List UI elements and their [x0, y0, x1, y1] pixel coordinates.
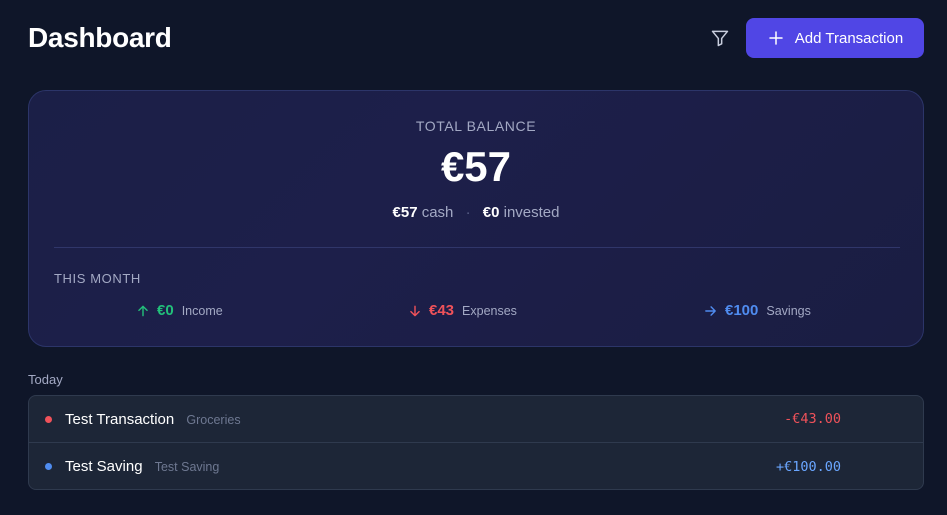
cash-value: €57	[392, 204, 418, 221]
income-stat: €0 Income	[136, 302, 223, 319]
transaction-amount: +€100.00	[775, 458, 841, 475]
expenses-label: Expenses	[462, 303, 517, 318]
invested-value: €0	[482, 204, 500, 221]
total-balance-amount: €57	[440, 143, 512, 190]
this-month-label: THIS MONTH	[54, 271, 141, 286]
page-title: Dashboard	[28, 22, 172, 53]
savings-label: Savings	[766, 303, 811, 318]
transaction-name: Test Transaction	[65, 410, 175, 428]
arrow-right-icon	[703, 304, 718, 318]
separator-dot: ·	[465, 204, 471, 221]
transaction-row[interactable]: Test Saving Test Saving +€100.00	[29, 443, 923, 489]
income-value: €0	[157, 302, 174, 319]
add-transaction-label: Add Transaction	[794, 29, 904, 47]
invested-label: invested	[503, 204, 560, 221]
transaction-category: Test Saving	[154, 460, 220, 474]
card-divider	[54, 247, 900, 248]
expenses-stat: €43 Expenses	[408, 302, 517, 319]
arrow-up-icon	[136, 304, 150, 318]
date-section-label: Today	[28, 372, 63, 387]
cash-label: cash	[421, 204, 454, 221]
savings-stat: €100 Savings	[703, 302, 811, 319]
balance-card: TOTAL BALANCE €57 €57 cash · €0 invested…	[28, 90, 924, 347]
filter-icon	[711, 30, 729, 47]
add-transaction-button[interactable]: Add Transaction	[746, 18, 924, 58]
transaction-row[interactable]: Test Transaction Groceries -€43.00	[29, 396, 923, 443]
transaction-name: Test Saving	[65, 458, 143, 475]
status-dot	[45, 415, 52, 423]
transaction-category: Groceries	[186, 412, 241, 427]
transaction-list: Test Transaction Groceries -€43.00 Test …	[28, 395, 924, 490]
balance-breakdown: €57 cash · €0 invested	[29, 204, 923, 221]
filter-button[interactable]	[708, 26, 732, 50]
transaction-amount: -€43.00	[784, 411, 841, 427]
savings-value: €100	[725, 302, 759, 319]
page-header: Dashboard Add Transaction	[0, 0, 947, 78]
status-dot	[45, 463, 52, 470]
plus-icon	[767, 29, 785, 47]
arrow-down-icon	[408, 304, 422, 318]
total-balance-label: TOTAL BALANCE	[415, 118, 537, 134]
expenses-value: €43	[429, 302, 455, 319]
income-label: Income	[181, 303, 223, 318]
